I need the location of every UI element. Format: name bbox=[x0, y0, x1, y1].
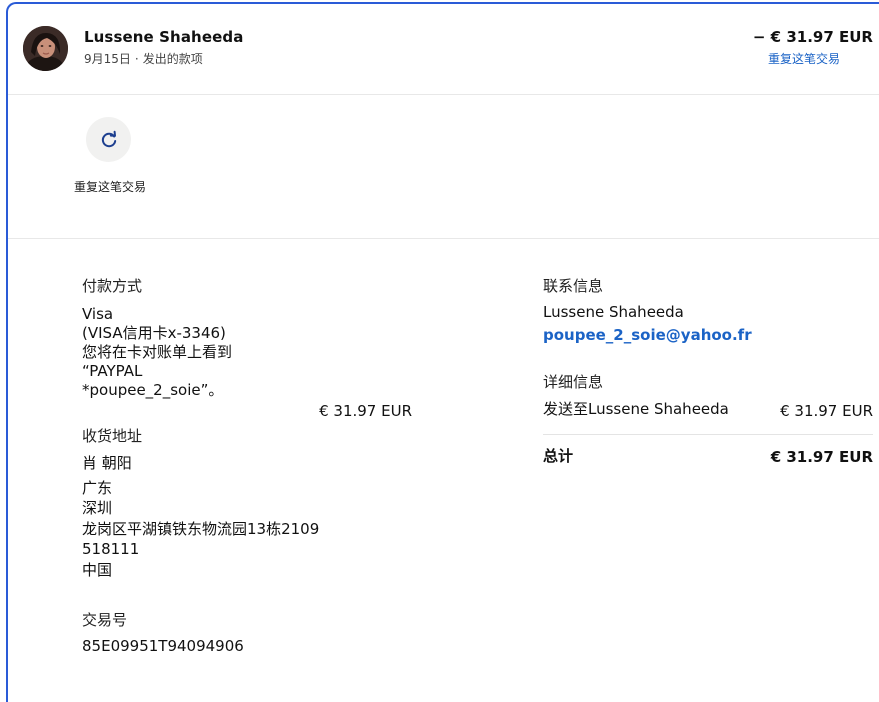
shipping-country: 中国 bbox=[82, 560, 113, 579]
shipping-street: 龙岗区平湖镇铁东物流园13栋2109 bbox=[82, 519, 320, 538]
details-divider bbox=[543, 434, 873, 435]
action-divider bbox=[8, 238, 879, 239]
repeat-transaction-label: 重复这笔交易 bbox=[74, 180, 147, 194]
total-amount: € 31.97 EUR bbox=[770, 448, 873, 466]
transaction-id-label: 交易号 bbox=[82, 611, 128, 629]
payment-amount: € 31.97 EUR bbox=[319, 402, 412, 420]
statement-note-line2: “PAYPAL bbox=[82, 362, 143, 380]
subtitle-separator: · bbox=[134, 52, 139, 66]
payment-method-details: Visa (VISA信用卡x-3346) 您将在卡对账单上看到 “PAYPAL … bbox=[82, 305, 232, 400]
avatar bbox=[23, 26, 68, 71]
shipping-address: 肖 朝阳 广东 深圳 龙岗区平湖镇铁东物流园13栋2109 518111 中国 bbox=[82, 453, 319, 580]
statement-note-line1: 您将在卡对账单上看到 bbox=[82, 343, 233, 361]
counterparty-name: Lussene Shaheeda bbox=[84, 28, 244, 46]
refresh-icon bbox=[101, 130, 116, 147]
details-label: 详细信息 bbox=[543, 373, 604, 391]
contact-name: Lussene Shaheeda bbox=[543, 303, 684, 321]
transaction-amount: − € 31.97 EUR bbox=[752, 28, 873, 46]
details-item: 发送至Lussene Shaheeda bbox=[543, 400, 729, 418]
contact-email-link[interactable]: poupee_2_soie@yahoo.fr bbox=[543, 326, 752, 344]
transaction-date: 9月15日 bbox=[84, 52, 131, 66]
transaction-type: 发出的款项 bbox=[142, 52, 203, 66]
payment-card: (VISA信用卡x-3346) bbox=[82, 324, 226, 342]
payment-method-label: 付款方式 bbox=[82, 277, 143, 295]
total-label: 总计 bbox=[543, 447, 574, 465]
statement-note-line3: *poupee_2_soie”。 bbox=[82, 381, 224, 399]
shipping-name: 肖 朝阳 bbox=[82, 454, 132, 472]
repeat-transaction-button[interactable] bbox=[86, 117, 131, 162]
transaction-subtitle: 9月15日 · 发出的款项 bbox=[84, 50, 203, 67]
header-divider bbox=[8, 94, 879, 95]
repeat-transaction-link[interactable]: 重复这笔交易 bbox=[768, 50, 840, 67]
details-item-amount: € 31.97 EUR bbox=[780, 402, 873, 420]
shipping-city: 深圳 bbox=[82, 499, 113, 517]
shipping-province: 广东 bbox=[82, 478, 113, 497]
contact-info-label: 联系信息 bbox=[543, 277, 604, 295]
shipping-postcode: 518111 bbox=[82, 540, 140, 558]
transaction-id: 85E09951T94094906 bbox=[82, 637, 244, 655]
payment-method-name: Visa bbox=[82, 305, 114, 323]
shipping-address-label: 收货地址 bbox=[82, 427, 143, 445]
